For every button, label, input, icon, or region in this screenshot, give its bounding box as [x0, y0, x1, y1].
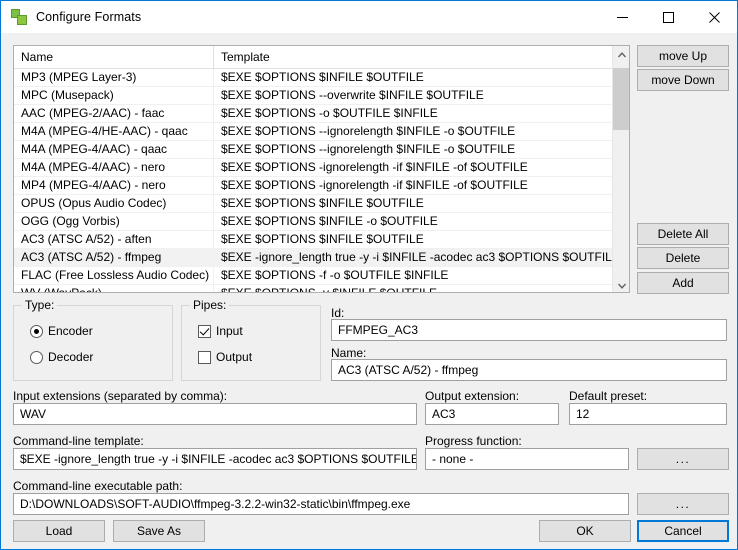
pipes-groupbox: Pipes: Input Output	[181, 298, 321, 381]
input-extensions-label: Input extensions (separated by comma):	[13, 389, 228, 403]
default-preset-label: Default preset:	[569, 389, 648, 403]
list-vertical-scrollbar[interactable]	[612, 46, 629, 292]
scroll-down-icon[interactable]	[613, 277, 629, 292]
id-input[interactable]: FFMPEG_AC3	[331, 319, 727, 341]
table-row[interactable]: M4A (MPEG-4/AAC) - nero $EXE $OPTIONS -ig…	[14, 159, 629, 177]
table-row[interactable]: FLAC (Free Lossless Audio Codec) $EXE $OP…	[14, 267, 629, 285]
cell-name: MP3 (MPEG Layer-3)	[14, 69, 214, 86]
formats-list[interactable]: Name Template MP3 (MPEG Layer-3) $EXE $OP…	[13, 45, 630, 293]
cell-template: $EXE $OPTIONS -ignorelength -if $INFILE …	[221, 178, 528, 192]
scroll-up-icon[interactable]	[613, 46, 629, 63]
title-bar: Configure Formats	[1, 1, 737, 33]
radio-decoder[interactable]: Decoder	[30, 350, 93, 364]
ok-button[interactable]: OK	[539, 520, 631, 542]
cell-name: AAC (MPEG-2/AAC) - faac	[14, 105, 214, 122]
table-row[interactable]: AC3 (ATSC A/52) - ffmpeg $EXE -ignore_len…	[14, 249, 629, 267]
cell-template: $EXE $OPTIONS $INFILE -o $OUTFILE	[221, 214, 438, 228]
cell-template: $EXE $OPTIONS --ignorelength $INFILE -o …	[221, 142, 516, 156]
close-icon[interactable]	[691, 1, 737, 33]
save-as-button[interactable]: Save As	[113, 520, 205, 542]
table-row[interactable]: OPUS (Opus Audio Codec) $EXE $OPTIONS $IN…	[14, 195, 629, 213]
command-line-template-input[interactable]: $EXE -ignore_length true -y -i $INFILE -…	[13, 448, 417, 470]
table-row[interactable]: MP4 (MPEG-4/AAC) - nero $EXE $OPTIONS -ig…	[14, 177, 629, 195]
cell-template: $EXE $OPTIONS $INFILE $OUTFILE	[221, 196, 424, 210]
delete-all-button[interactable]: Delete All	[637, 223, 729, 245]
output-extension-label: Output extension:	[425, 389, 520, 403]
table-row[interactable]: AAC (MPEG-2/AAC) - faac $EXE $OPTIONS -o …	[14, 105, 629, 123]
cell-name: M4A (MPEG-4/HE-AAC) - qaac	[14, 123, 214, 140]
name-input[interactable]: AC3 (ATSC A/52) - ffmpeg	[331, 359, 727, 381]
progress-function-browse-button[interactable]: ...	[637, 448, 729, 470]
id-label: Id:	[331, 306, 345, 320]
progress-function-label: Progress function:	[425, 434, 522, 448]
cell-template: $EXE $OPTIONS $INFILE $OUTFILE	[221, 232, 424, 246]
scrollbar-thumb[interactable]	[613, 68, 629, 130]
cell-name: MP4 (MPEG-4/AAC) - nero	[14, 177, 214, 194]
checkbox-output-label: Output	[216, 350, 253, 364]
type-groupbox-title: Type:	[22, 298, 58, 312]
executable-path-input[interactable]: D:\DOWNLOADS\SOFT-AUDIO\ffmpeg-3.2.2-win…	[13, 493, 629, 515]
cell-template: $EXE $OPTIONS -o $OUTFILE $INFILE	[221, 106, 438, 120]
progress-function-input[interactable]: - none -	[425, 448, 629, 470]
list-header: Name Template	[14, 46, 629, 69]
delete-button[interactable]: Delete	[637, 247, 729, 269]
cell-name: MPC (Musepack)	[14, 87, 214, 104]
cell-name: FLAC (Free Lossless Audio Codec)	[14, 267, 214, 284]
cell-name: AC3 (ATSC A/52) - ffmpeg	[14, 249, 214, 266]
table-row[interactable]: M4A (MPEG-4/HE-AAC) - qaac $EXE $OPTIONS …	[14, 123, 629, 141]
cell-template: $EXE -ignore_length true -y -i $INFILE -…	[221, 250, 620, 264]
default-preset-input[interactable]: 12	[569, 403, 727, 425]
move-up-button[interactable]: move Up	[637, 45, 729, 67]
move-down-button[interactable]: move Down	[637, 69, 729, 91]
pipes-groupbox-title: Pipes:	[190, 298, 230, 312]
table-row[interactable]: OGG (Ogg Vorbis) $EXE $OPTIONS $INFILE -o…	[14, 213, 629, 231]
cell-name: OPUS (Opus Audio Codec)	[14, 195, 214, 212]
table-row[interactable]: M4A (MPEG-4/AAC) - qaac $EXE $OPTIONS --i…	[14, 141, 629, 159]
cell-name: AC3 (ATSC A/52) - aften	[14, 231, 214, 248]
load-button[interactable]: Load	[13, 520, 105, 542]
window-controls	[599, 1, 737, 33]
output-extension-input[interactable]: AC3	[425, 403, 559, 425]
radio-encoder[interactable]: Encoder	[30, 324, 93, 338]
list-body: MP3 (MPEG Layer-3) $EXE $OPTIONS $INFILE …	[14, 69, 629, 293]
type-groupbox: Type: Encoder Decoder	[13, 298, 173, 381]
window-title: Configure Formats	[36, 10, 142, 24]
cell-name: OGG (Ogg Vorbis)	[14, 213, 214, 230]
radio-decoder-label: Decoder	[48, 350, 94, 364]
checkbox-output-icon	[198, 350, 211, 364]
cell-template: $EXE $OPTIONS $INFILE $OUTFILE	[221, 70, 424, 84]
table-row[interactable]: WV (WavPack) $EXE $OPTIONS -y $INFILE $OU…	[14, 285, 629, 293]
command-line-template-label: Command-line template:	[13, 434, 144, 448]
cell-name: M4A (MPEG-4/AAC) - qaac	[14, 141, 214, 158]
checkbox-input-label: Input	[216, 324, 243, 338]
cell-name: M4A (MPEG-4/AAC) - nero	[14, 159, 214, 176]
table-row[interactable]: MP3 (MPEG Layer-3) $EXE $OPTIONS $INFILE …	[14, 69, 629, 87]
radio-decoder-icon	[30, 350, 43, 364]
input-extensions-input[interactable]: WAV	[13, 403, 417, 425]
column-header-template[interactable]: Template	[214, 46, 629, 69]
table-row[interactable]: AC3 (ATSC A/52) - aften $EXE $OPTIONS $IN…	[14, 231, 629, 249]
cell-template: $EXE $OPTIONS -y $INFILE $OUTFILE	[221, 286, 438, 293]
name-label: Name:	[331, 346, 367, 360]
table-row[interactable]: MPC (Musepack) $EXE $OPTIONS --overwrite …	[14, 87, 629, 105]
cell-name: WV (WavPack)	[14, 285, 214, 292]
add-button[interactable]: Add	[637, 272, 729, 294]
radio-encoder-label: Encoder	[48, 324, 93, 338]
executable-path-browse-button[interactable]: ...	[637, 493, 729, 515]
checkbox-input[interactable]: Input	[198, 324, 243, 338]
cell-template: $EXE $OPTIONS -ignorelength -if $INFILE …	[221, 160, 528, 174]
cell-template: $EXE $OPTIONS --overwrite $INFILE $OUTFI…	[221, 88, 484, 102]
column-header-name[interactable]: Name	[14, 46, 214, 69]
checkbox-output[interactable]: Output	[198, 350, 252, 364]
cell-template: $EXE $OPTIONS --ignorelength $INFILE -o …	[221, 124, 516, 138]
radio-encoder-icon	[30, 324, 43, 338]
cancel-button[interactable]: Cancel	[637, 520, 729, 542]
cell-template: $EXE $OPTIONS -f -o $OUTFILE $INFILE	[221, 268, 449, 282]
green-squares-icon	[11, 9, 27, 25]
checkbox-input-icon	[198, 324, 211, 338]
executable-path-label: Command-line executable path:	[13, 479, 183, 493]
maximize-icon[interactable]	[645, 1, 691, 33]
minimize-icon[interactable]	[599, 1, 645, 33]
configure-formats-dialog: Configure Formats Name Template MP3 (MPE…	[0, 0, 738, 550]
